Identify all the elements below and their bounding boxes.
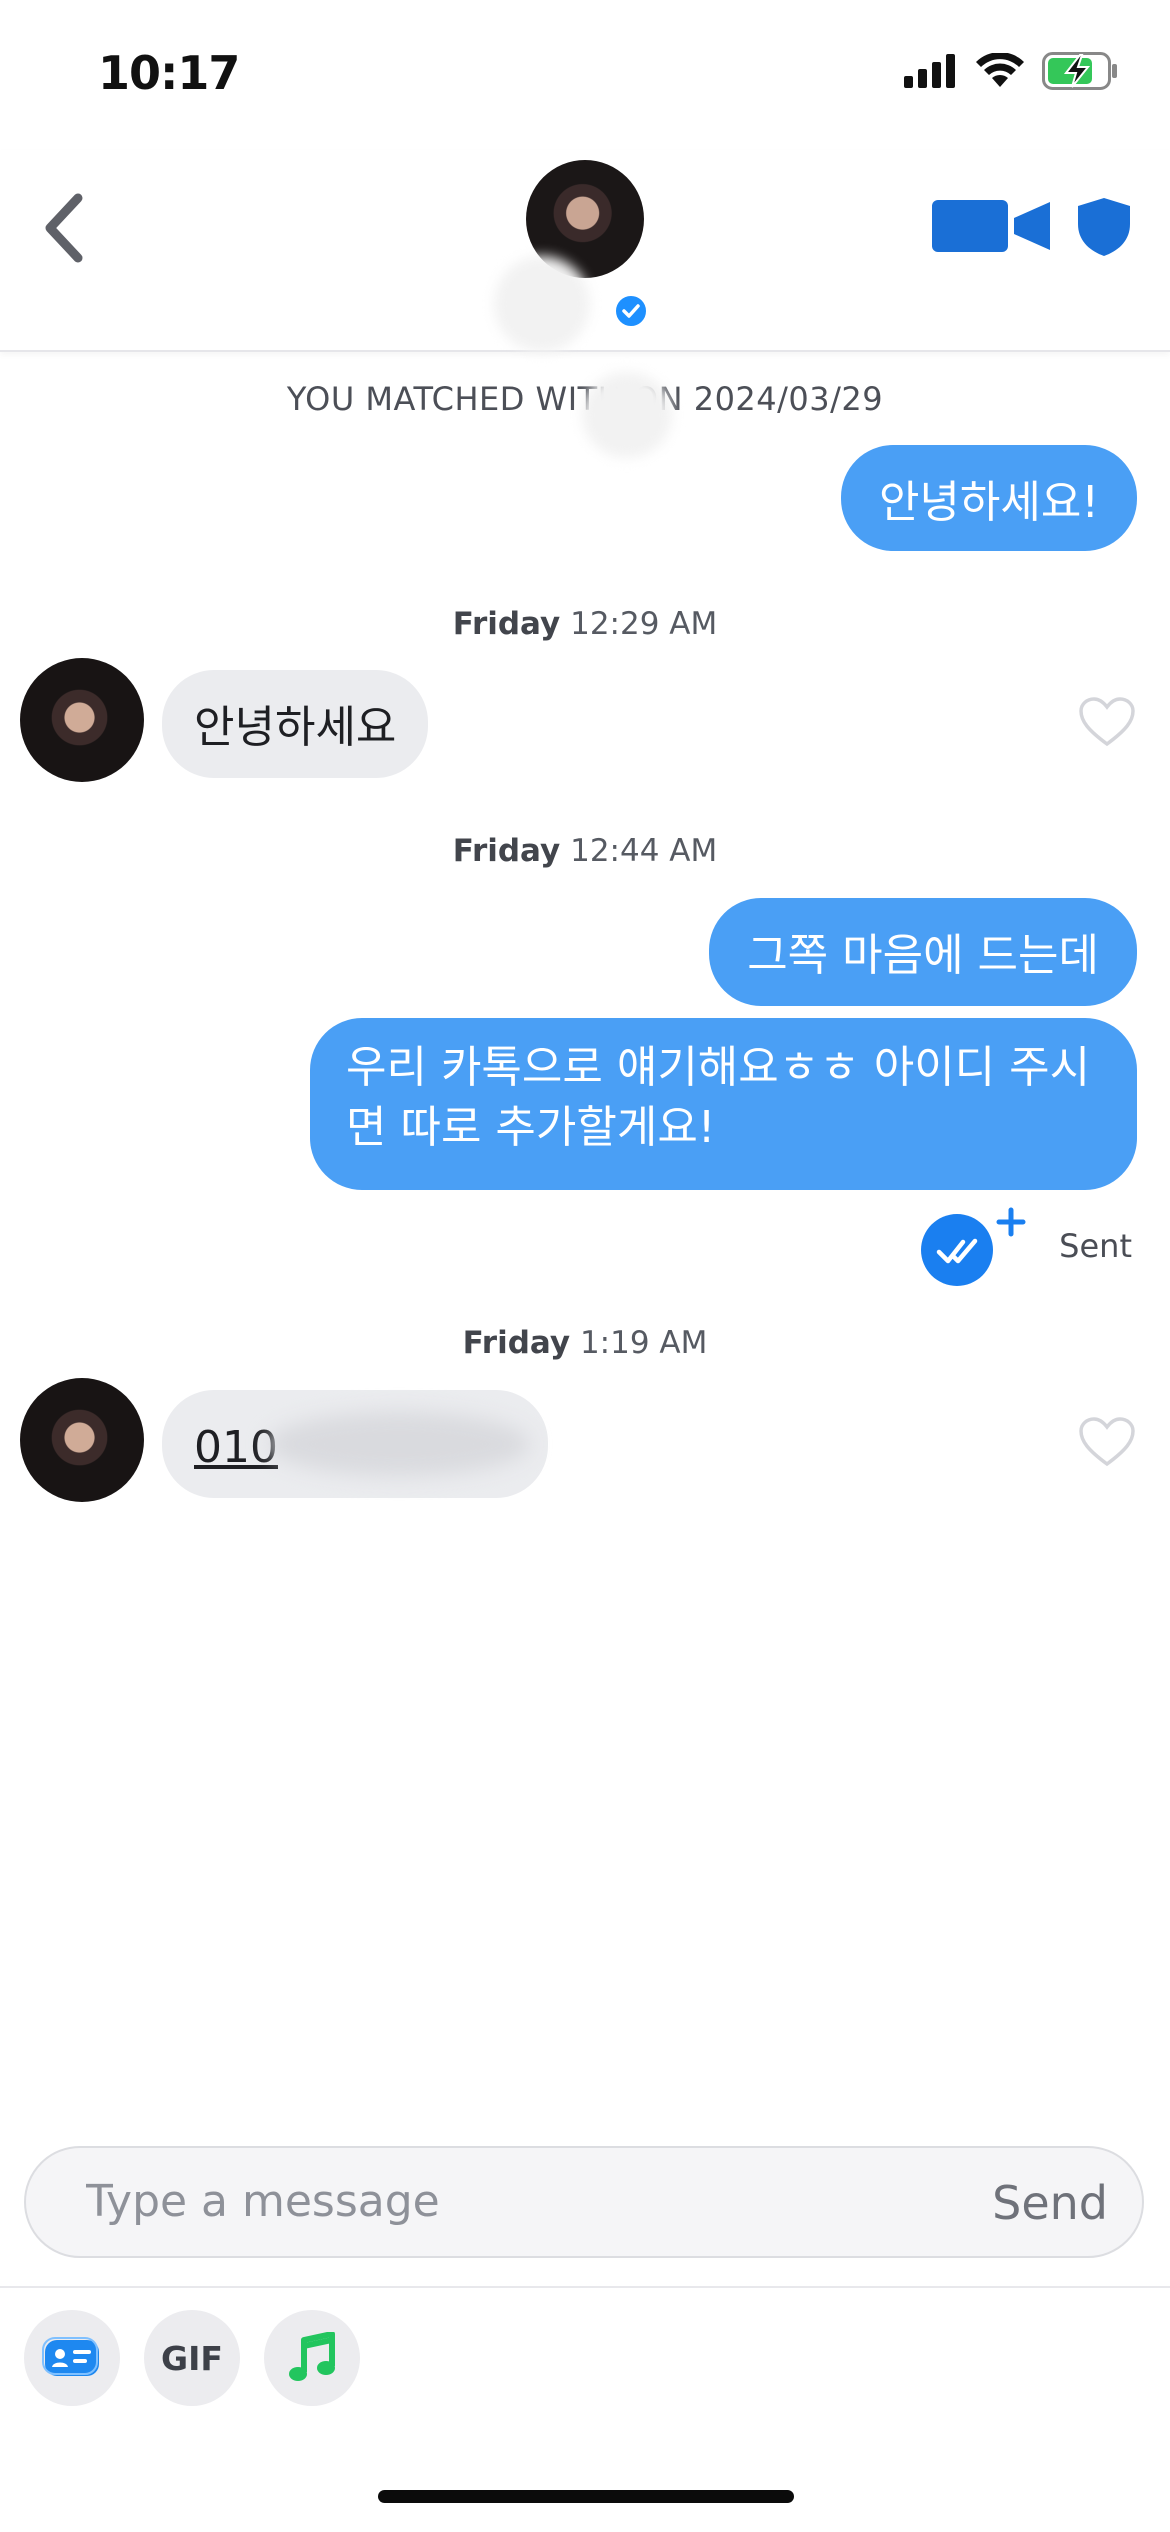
time-label: 1:19 AM	[579, 1325, 708, 1361]
wifi-icon	[976, 53, 1024, 87]
message-input[interactable]	[86, 2176, 886, 2227]
outgoing-message[interactable]: 안녕하세요!	[840, 445, 1137, 551]
outgoing-message[interactable]: 우리 카톡으로 얘기해요ㅎㅎ 아이디 주시면 따로 추가할게요!	[310, 1018, 1137, 1190]
cellular-signal-icon	[904, 54, 955, 88]
message-composer: Send	[24, 2146, 1144, 2258]
message-text: 안녕하세요!	[878, 477, 1099, 528]
day-label: Friday	[462, 1325, 571, 1361]
redacted-name	[494, 256, 590, 352]
gif-label: GIF	[161, 2338, 223, 2378]
day-label: Friday	[452, 606, 561, 642]
status-time: 10:17	[98, 46, 240, 100]
heart-icon[interactable]	[1078, 1416, 1136, 1468]
message-text: 우리 카톡으로 얘기해요ㅎㅎ 아이디 주시면 따로 추가할게요!	[346, 1042, 1091, 1153]
profile-card-button[interactable]	[24, 2310, 120, 2406]
verified-badge-icon	[614, 294, 648, 328]
send-button[interactable]: Send	[992, 2176, 1108, 2230]
read-receipt: Sent	[921, 1206, 1132, 1286]
heart-icon[interactable]	[1078, 696, 1136, 748]
time-label: 12:29 AM	[570, 606, 718, 642]
day-divider: Friday 12:44 AM	[0, 833, 1170, 869]
sender-avatar[interactable]	[20, 1378, 144, 1502]
profile-card-icon	[42, 2337, 99, 2376]
video-camera-icon[interactable]	[930, 196, 1056, 256]
day-label: Friday	[452, 833, 561, 869]
phone-link[interactable]: 010	[194, 1422, 278, 1473]
sender-avatar[interactable]	[20, 658, 144, 782]
day-divider: Friday 12:29 AM	[0, 606, 1170, 642]
message-text: 그쪽 마음에 드는데	[747, 930, 1099, 981]
incoming-message[interactable]: 안녕하세요	[162, 670, 429, 778]
time-label: 12:44 AM	[570, 833, 718, 869]
redacted-phone-number	[268, 1412, 530, 1476]
gif-button[interactable]: GIF	[144, 2310, 240, 2406]
day-divider: Friday 1:19 AM	[0, 1325, 1170, 1361]
music-note-icon	[289, 2332, 335, 2381]
divider	[0, 2286, 1170, 2288]
battery-charging-icon	[1042, 52, 1117, 90]
double-check-plus-icon[interactable]	[921, 1206, 1029, 1286]
chevron-left-icon[interactable]	[40, 190, 90, 266]
redacted-match-name	[582, 372, 672, 458]
shield-icon[interactable]	[1076, 196, 1132, 258]
music-button[interactable]	[264, 2310, 360, 2406]
status-icons	[904, 52, 1118, 90]
sent-status: Sent	[1059, 1227, 1132, 1265]
outgoing-message[interactable]: 그쪽 마음에 드는데	[709, 898, 1137, 1006]
home-indicator	[378, 2490, 794, 2503]
message-text: 안녕하세요	[194, 702, 397, 753]
